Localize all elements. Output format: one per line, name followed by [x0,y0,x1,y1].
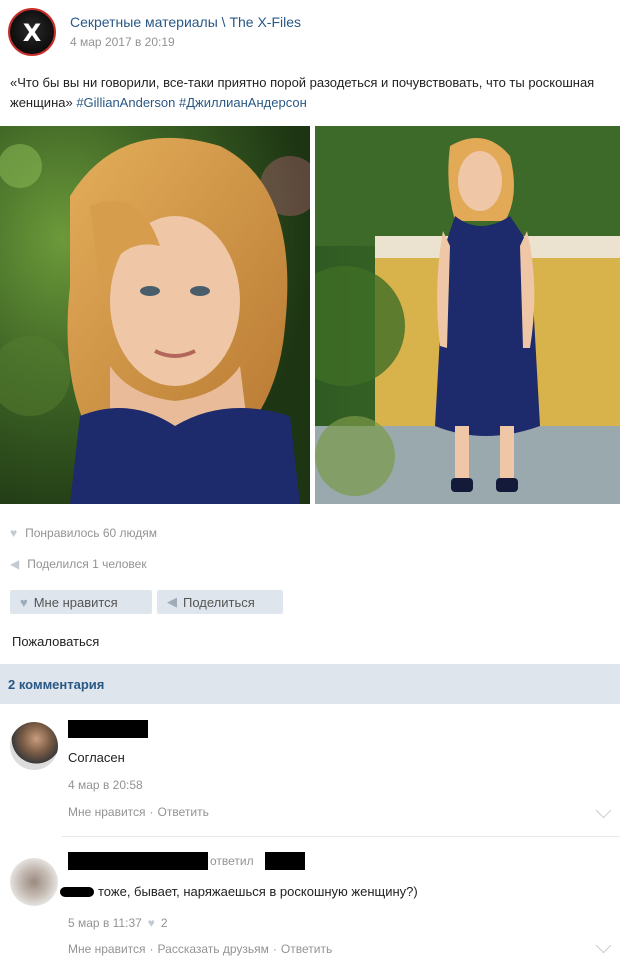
group-name[interactable]: Секретные материалы \ The X-Files [70,14,301,30]
post-text: «Что бы вы ни говорили, все-таки приятно… [10,73,610,113]
comment-reply-link[interactable]: Ответить [281,942,332,956]
likes-stat[interactable]: ♥ Понравилось 60 людям [10,526,157,540]
shares-count-text: Поделился 1 человек [27,557,147,571]
comment-actions: Мне нравится · Ответить [68,805,209,819]
hashtag-link[interactable]: #GillianAnderson [76,95,175,110]
redacted-author [68,720,148,738]
redacted-recipient [265,852,305,870]
x-files-logo: X [22,19,42,47]
comments-header: 2 комментария [0,664,620,704]
comment-text: тоже, бывает, наряжаешься в роскошную же… [98,884,418,899]
comments-count[interactable]: 2 комментария [8,677,104,692]
like-button[interactable]: ♥ Мне нравится [10,590,152,614]
answered-label: ответил [210,854,254,868]
full-length-photo [315,126,620,504]
likes-count-text: Понравилось 60 людям [25,526,158,540]
megaphone-icon: ◀ [10,557,20,571]
like-button-label: Мне нравится [33,594,118,610]
comment-actions: Мне нравится · Рассказать друзьям · Отве… [68,942,333,956]
avatar[interactable] [10,858,58,906]
comment-like-count: 2 [160,916,168,930]
group-avatar[interactable]: X [8,8,56,56]
heart-icon[interactable]: ♥ [148,916,155,930]
tell-friends-link[interactable]: Рассказать друзьям [158,942,269,956]
heart-icon: ♥ [20,594,28,610]
comment-reply-link[interactable]: Ответить [158,805,209,819]
comment-text-row: тоже, бывает, наряжаешься в роскошную же… [60,884,418,899]
megaphone-icon: ◀ [167,594,177,609]
share-button[interactable]: ◀ Поделиться [157,590,283,614]
comment-text: Согласен [68,750,125,765]
comment-like-link[interactable]: Мне нравится [68,942,146,956]
chevron-down-icon[interactable] [595,802,612,819]
portrait-photo [0,126,310,504]
hashtag-link[interactable]: #ДжиллианАндерсон [179,95,307,110]
shares-stat[interactable]: ◀ Поделился 1 человек [10,557,147,571]
comment-meta: 5 мар в 11:37 ♥ 2 [68,916,168,930]
chevron-down-icon[interactable] [595,937,612,954]
share-button-label: Поделиться [183,594,255,610]
comment-like-link[interactable]: Мне нравится [68,805,146,819]
redacted-author [68,852,208,870]
post-photo-1[interactable] [0,126,310,504]
heart-icon: ♥ [10,526,18,540]
avatar[interactable] [10,722,58,770]
post-photo-2[interactable] [315,126,620,504]
divider [62,836,620,837]
comment-date[interactable]: 5 мар в 11:37 [68,916,142,930]
redacted-mention [60,886,94,897]
report-link[interactable]: Пожаловаться [12,634,99,649]
comment-date[interactable]: 4 мар в 20:58 [68,778,143,792]
post-date[interactable]: 4 мар 2017 в 20:19 [70,35,175,49]
